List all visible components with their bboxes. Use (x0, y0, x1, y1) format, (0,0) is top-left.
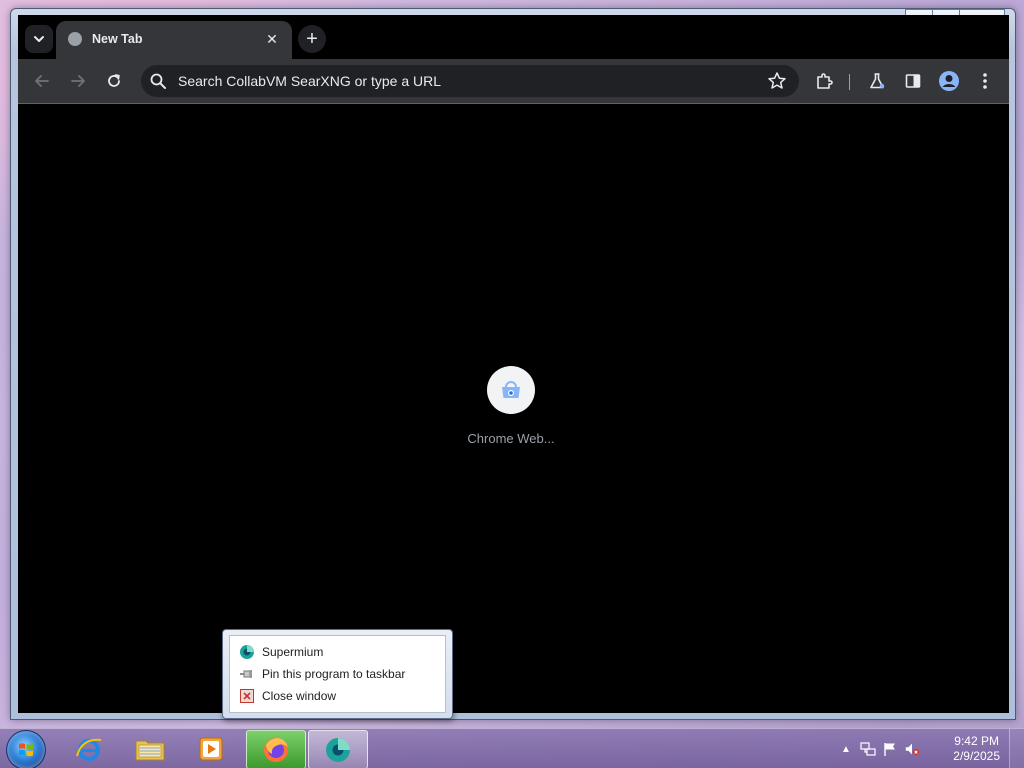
toolbar-separator (849, 74, 850, 90)
avatar-icon (939, 71, 959, 91)
clock-date: 2/9/2025 (953, 749, 1000, 763)
action-center-flag-icon[interactable] (882, 741, 898, 757)
taskbar-firefox[interactable] (246, 730, 306, 768)
tray-overflow-button[interactable]: ▲ (838, 741, 854, 757)
media-player-icon (199, 737, 223, 760)
browser-window: ▁ ▢ ✕ New Tab ✕ + (10, 8, 1016, 720)
address-bar[interactable]: Search CollabVM SearXNG or type a URL (141, 65, 799, 97)
arrow-right-icon (71, 75, 85, 87)
extensions-button[interactable] (812, 69, 836, 93)
jump-list-item-pin[interactable]: Pin this program to taskbar (234, 663, 441, 685)
supermium-icon (239, 644, 255, 660)
chevron-down-icon (34, 36, 44, 42)
ie-icon (76, 738, 102, 761)
flask-icon (870, 73, 885, 89)
jump-list-body: Supermium Pin this program to taskbar Cl… (229, 635, 446, 713)
pin-icon (239, 666, 255, 682)
back-button[interactable] (30, 69, 54, 93)
taskbar-file-explorer[interactable] (121, 730, 179, 767)
tab-search-button[interactable] (25, 25, 53, 53)
globe-icon (68, 32, 82, 46)
chrome-web-store-icon (502, 381, 520, 398)
jump-list-item-supermium[interactable]: Supermium (234, 641, 441, 663)
tab-title: New Tab (92, 32, 143, 46)
start-button[interactable] (6, 730, 46, 768)
show-desktop-button[interactable] (1009, 729, 1024, 768)
browser-chrome: New Tab ✕ + Search CollabVM SearXNG or t… (18, 15, 1009, 713)
menu-button[interactable] (973, 69, 997, 93)
new-tab-button[interactable]: + (298, 25, 326, 53)
shortcut-icon-circle (487, 366, 535, 414)
taskbar: ▲ 9:42 PM 2/9/2025 (0, 728, 1024, 768)
taskbar-supermium[interactable] (308, 730, 368, 768)
taskbar-clock[interactable]: 9:42 PM 2/9/2025 (953, 734, 1000, 764)
forward-button[interactable] (66, 69, 90, 93)
taskbar-media-player[interactable] (182, 730, 240, 767)
shortcut-label: Chrome Web... (467, 431, 555, 446)
new-tab-page: Chrome Web... (18, 104, 1009, 713)
firefox-icon (264, 737, 288, 762)
tab-strip: New Tab ✕ + (18, 15, 1009, 59)
system-tray: ▲ 9:42 PM 2/9/2025 (834, 729, 1024, 768)
windows-logo-icon (19, 743, 33, 757)
search-icon (150, 73, 166, 89)
tab-close-button[interactable]: ✕ (262, 29, 282, 49)
tab-new-tab[interactable]: New Tab ✕ (56, 21, 292, 59)
close-window-icon (239, 688, 255, 704)
reload-button[interactable] (102, 69, 126, 93)
profile-button[interactable] (937, 69, 961, 93)
labs-button[interactable] (865, 69, 889, 93)
side-panel-icon (905, 74, 921, 88)
volume-muted-icon[interactable] (904, 741, 920, 757)
arrow-left-icon (35, 75, 49, 87)
shortcut-tile[interactable]: Chrome Web... (448, 366, 574, 446)
clock-time: 9:42 PM (954, 734, 999, 748)
jump-list-item-label: Supermium (262, 645, 324, 659)
address-bar-placeholder: Search CollabVM SearXNG or type a URL (178, 73, 441, 89)
side-panel-button[interactable] (901, 69, 925, 93)
taskbar-jump-list: Supermium Pin this program to taskbar Cl… (222, 629, 453, 719)
bookmark-star-icon[interactable] (767, 71, 787, 91)
taskbar-internet-explorer[interactable] (60, 730, 118, 767)
jump-list-item-label: Close window (262, 689, 337, 703)
reload-icon (108, 74, 120, 87)
more-vert-icon (983, 73, 987, 89)
jump-list-item-label: Pin this program to taskbar (262, 667, 406, 681)
browser-toolbar: Search CollabVM SearXNG or type a URL (18, 59, 1009, 104)
puzzle-icon (817, 73, 833, 89)
network-icon[interactable] (860, 741, 876, 757)
jump-list-item-close-window[interactable]: Close window (234, 685, 441, 707)
supermium-icon (326, 737, 350, 762)
folder-icon (135, 740, 165, 760)
